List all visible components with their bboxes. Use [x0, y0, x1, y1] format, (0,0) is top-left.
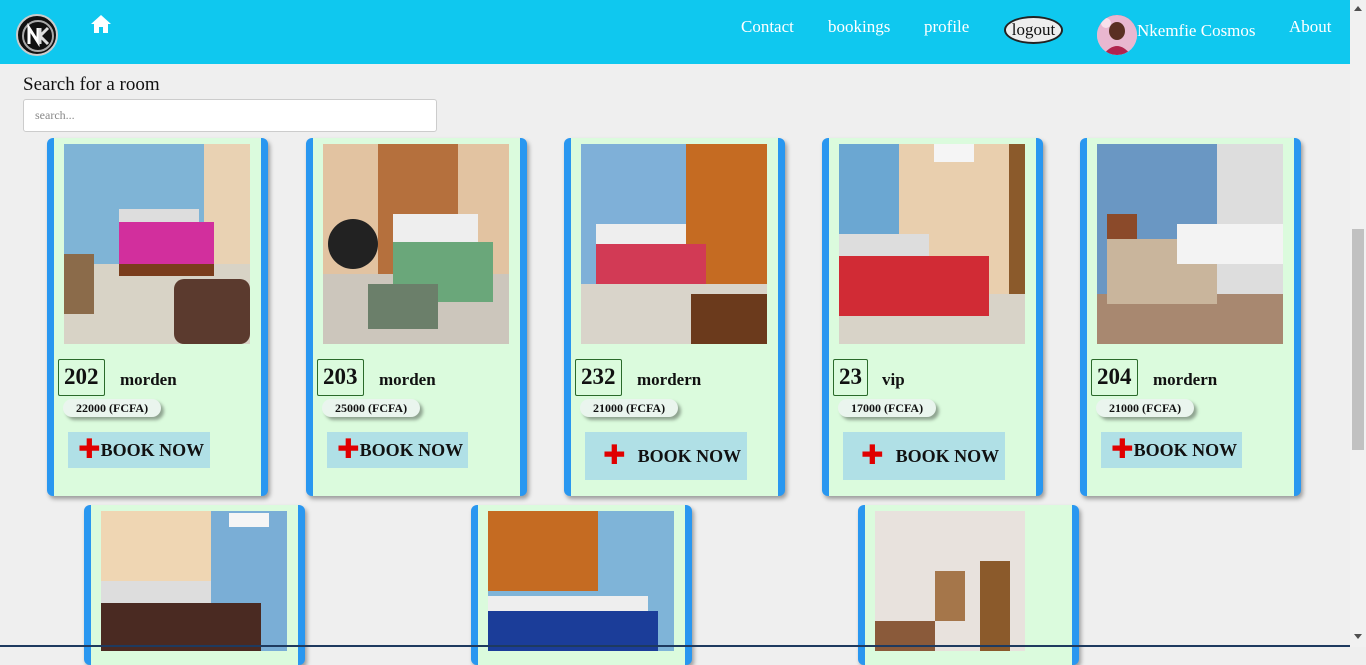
book-now-label: BOOK NOW — [100, 439, 205, 460]
room-card: 203 morden 25000 (FCFA) ✚ BOOK NOW — [306, 138, 527, 496]
navbar: Contact bookings profile logout Nkemfie … — [0, 0, 1350, 64]
room-card: 204 mordern 21000 (FCFA) ✚ BOOK NOW — [1080, 138, 1301, 496]
avatar[interactable] — [1097, 15, 1137, 55]
scroll-up-arrow-icon[interactable] — [1354, 6, 1362, 11]
room-photo — [1097, 144, 1283, 344]
book-now-button[interactable]: ✚ BOOK NOW — [585, 432, 747, 480]
book-now-label: BOOK NOW — [895, 445, 1000, 466]
book-now-label: BOOK NOW — [1133, 439, 1238, 460]
room-type: mordern — [637, 370, 702, 389]
room-type: morden — [120, 370, 177, 389]
search-label: Search for a room — [23, 74, 160, 95]
room-photo — [875, 511, 1025, 651]
room-number: 23 — [833, 359, 868, 396]
nk-logo-icon[interactable] — [16, 14, 58, 56]
room-card: 23 vip 17000 (FCFA) ✚ BOOK NOW — [822, 138, 1043, 496]
logout-button[interactable]: logout — [1004, 16, 1063, 44]
plus-icon: ✚ — [78, 434, 101, 465]
room-type: mordern — [1153, 370, 1218, 389]
room-photo — [323, 144, 509, 344]
room-photo — [101, 511, 287, 651]
scroll-down-arrow-icon[interactable] — [1354, 634, 1362, 639]
user-name-link[interactable]: Nkemfie Cosmos — [1137, 21, 1256, 41]
room-number: 232 — [575, 359, 622, 396]
page-scrollbar[interactable] — [1350, 0, 1366, 647]
nav-contact-link[interactable]: Contact — [741, 17, 794, 37]
room-card — [471, 505, 692, 665]
room-number: 202 — [58, 359, 105, 396]
room-price: 21000 (FCFA) — [580, 399, 679, 417]
room-type: morden — [379, 370, 436, 389]
book-now-label: BOOK NOW — [637, 445, 742, 466]
home-icon[interactable] — [90, 14, 112, 34]
plus-icon: ✚ — [1111, 434, 1134, 465]
room-number: 204 — [1091, 359, 1138, 396]
room-photo — [64, 144, 250, 344]
room-price: 21000 (FCFA) — [1096, 399, 1195, 417]
plus-icon: ✚ — [861, 440, 884, 471]
plus-icon: ✚ — [337, 434, 360, 465]
room-photo — [581, 144, 767, 344]
room-number: 203 — [317, 359, 364, 396]
room-price: 22000 (FCFA) — [63, 399, 162, 417]
book-now-button[interactable]: ✚ BOOK NOW — [1101, 432, 1242, 468]
room-card — [858, 505, 1079, 665]
room-photo — [839, 144, 1025, 344]
book-now-label: BOOK NOW — [359, 439, 464, 460]
room-card — [84, 505, 305, 665]
book-now-button[interactable]: ✚ BOOK NOW — [327, 432, 468, 468]
room-photo — [488, 511, 674, 651]
nav-about-link[interactable]: About — [1289, 17, 1332, 37]
room-card: 232 mordern 21000 (FCFA) ✚ BOOK NOW — [564, 138, 785, 496]
room-price: 25000 (FCFA) — [322, 399, 421, 417]
nav-profile-link[interactable]: profile — [924, 17, 969, 37]
scroll-thumb[interactable] — [1352, 229, 1364, 450]
nav-bookings-link[interactable]: bookings — [828, 17, 890, 37]
room-card: 202 morden 22000 (FCFA) ✚ BOOK NOW — [47, 138, 268, 496]
book-now-button[interactable]: ✚ BOOK NOW — [68, 432, 210, 468]
search-input[interactable] — [23, 99, 437, 132]
plus-icon: ✚ — [603, 440, 626, 471]
book-now-button[interactable]: ✚ BOOK NOW — [843, 432, 1005, 480]
room-price: 17000 (FCFA) — [838, 399, 937, 417]
room-type: vip — [882, 370, 905, 389]
